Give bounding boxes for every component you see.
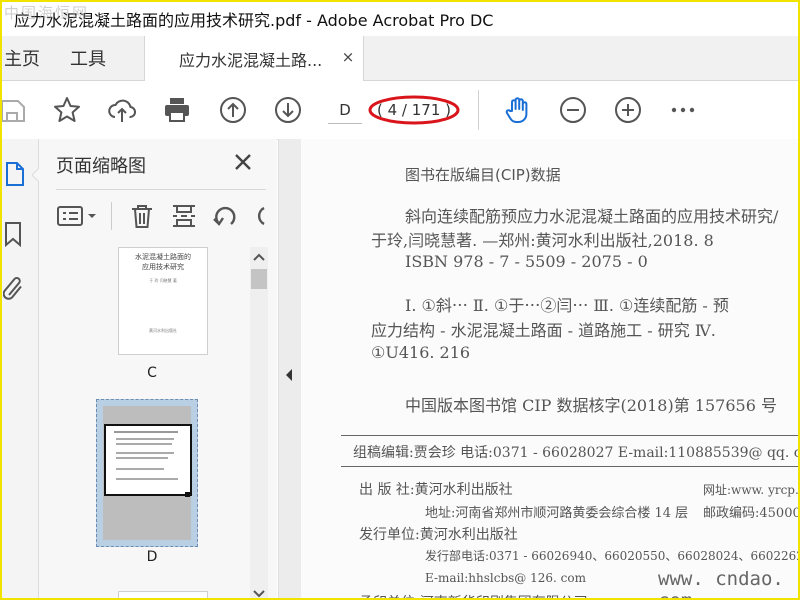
- collapse-arrow-icon[interactable]: [285, 369, 293, 381]
- thumbnail-page-c[interactable]: 水泥混凝土路面的 应用技术研究 于 玲 闫晓慧 著 黄河水利出版社: [118, 247, 208, 355]
- printer-line: 承印单位:河南新华印刷集团有限公司: [359, 592, 588, 598]
- pdf-page: 图书在版编目(CIP)数据 斜向连续配筋预应力水泥混凝土路面的应用技术研究/ 于…: [301, 139, 800, 598]
- zoom-out-icon[interactable]: [558, 95, 588, 125]
- cip-number-line: 中国版本图书馆 CIP 数据核字(2018)第 157656 号: [405, 396, 777, 415]
- rule-top: [341, 435, 798, 436]
- close-panel-icon[interactable]: [232, 151, 254, 173]
- distributor-phone-line: 发行部电话:0371 - 66026940、66020550、66028024、…: [425, 549, 798, 563]
- thumbnail-page-d-highlight[interactable]: [96, 399, 198, 547]
- page-up-icon[interactable]: [218, 95, 248, 125]
- watermark-top: 中国海恒网: [4, 4, 90, 22]
- publisher-line: 出 版 社:黄河水利出版社: [359, 482, 513, 498]
- thumbnail-viewport-box: [104, 424, 192, 496]
- thumb-title-1: 水泥混凝土路面的: [135, 253, 191, 261]
- delete-page-icon[interactable]: [128, 202, 156, 230]
- thumbnail-page-d: [103, 406, 192, 540]
- attachment-icon[interactable]: [3, 275, 25, 303]
- bookmark-icon[interactable]: [4, 221, 22, 247]
- thumbnail-page-next[interactable]: [118, 591, 208, 598]
- collapse-panel-strip[interactable]: [278, 139, 302, 598]
- tab-home[interactable]: 主页: [2, 36, 44, 80]
- thumbnails-panel: 页面缩略图 水泥混凝土路面的 应用技术研究 于 玲 闫晓慧 著 黄河水利出版社 …: [39, 139, 277, 598]
- panel-title: 页面缩略图: [56, 156, 146, 177]
- scroll-down-icon[interactable]: [253, 590, 265, 598]
- page-count: ( 4 / 171 ): [368, 94, 460, 126]
- cip-line-4: Ⅰ. ①斜⋯ Ⅱ. ①于⋯②闫⋯ Ⅲ. ①连续配筋 - 预: [405, 296, 729, 315]
- toolbar-separator: [478, 90, 479, 130]
- scroll-thumb[interactable]: [251, 269, 267, 289]
- cip-line-5: 应力结构 - 水泥混凝土路面 - 道路施工 - 研究 Ⅳ.: [371, 321, 716, 340]
- watermark-bottom: www. cndao. com: [658, 568, 784, 598]
- page-number-input[interactable]: D: [328, 97, 362, 124]
- redo-icon-partial[interactable]: [252, 202, 266, 230]
- zoom-in-icon[interactable]: [613, 95, 643, 125]
- cip-line-2: 于玲,闫晓慧著. —郑州:黄河水利出版社,2018. 8: [371, 231, 714, 250]
- panel-tools-separator: [111, 202, 112, 230]
- rule-bottom: [341, 466, 798, 467]
- address-line: 地址:河南省郑州市顺河路黄委会综合楼 14 层: [425, 506, 689, 521]
- star-icon[interactable]: [52, 95, 82, 125]
- cip-line-1: 斜向连续配筋预应力水泥混凝土路面的应用技术研究/: [405, 207, 779, 226]
- postcode-line: 邮政编码:450003: [703, 506, 800, 521]
- scroll-up-icon[interactable]: [253, 253, 265, 261]
- editor-line: 组稿编辑:贾会珍 电话:0371 - 66028027 E-mail:11088…: [353, 445, 800, 461]
- close-tab-icon[interactable]: ×: [339, 48, 357, 66]
- red-ellipse-annotation: [368, 95, 460, 125]
- thumbnail-label-d: D: [146, 549, 158, 565]
- title-bar: 应力水泥混凝土路面的应用技术研究.pdf - Adobe Acrobat Pro…: [2, 2, 798, 36]
- left-tool-rail: [2, 139, 40, 598]
- document-viewer[interactable]: 图书在版编目(CIP)数据 斜向连续配筋预应力水泥混凝土路面的应用技术研究/ 于…: [301, 139, 800, 598]
- hand-icon[interactable]: [503, 95, 533, 125]
- thumb-publisher: 黄河水利出版社: [149, 328, 177, 333]
- acrobat-window: 应力水泥混凝土路面的应用技术研究.pdf - Adobe Acrobat Pro…: [0, 0, 800, 600]
- rotate-page-icon[interactable]: [211, 202, 239, 230]
- thumbnail-options-icon[interactable]: [56, 202, 100, 230]
- tab-tools[interactable]: 工具: [70, 36, 106, 80]
- extract-pages-icon[interactable]: [170, 202, 198, 230]
- cip-heading: 图书在版编目(CIP)数据: [405, 166, 561, 184]
- distributor-line: 发行单位:黄河水利出版社: [359, 527, 518, 543]
- panel-toolbar: [56, 189, 266, 236]
- print-icon[interactable]: [162, 95, 192, 125]
- tab-document-label: 应力水泥混凝土路...: [179, 50, 323, 70]
- thumbnail-label-c: C: [147, 365, 157, 381]
- more-icon[interactable]: [668, 95, 698, 125]
- cloud-upload-icon[interactable]: [107, 95, 137, 125]
- tab-bar: 主页 工具 应力水泥混凝土路... ×: [2, 36, 798, 81]
- thumb-title-2: 应用技术研究: [142, 263, 184, 271]
- thumbnail-scrollbar[interactable]: [250, 247, 268, 598]
- thumbnail-list: 水泥混凝土路面的 应用技术研究 于 玲 闫晓慧 著 黄河水利出版社 C D: [56, 247, 248, 598]
- cip-line-6: ①U416. 216: [371, 343, 471, 362]
- page-down-icon[interactable]: [273, 95, 303, 125]
- cip-line-3: ISBN 978 - 7 - 5509 - 2075 - 0: [405, 252, 648, 271]
- page-thumbnails-icon[interactable]: [4, 161, 26, 187]
- email-line: E-mail:hhslcbs@ 126. com: [425, 571, 586, 585]
- website-line: 网址:www. yrcp. co: [703, 483, 799, 497]
- thumb-authors: 于 玲 闫晓慧 著: [149, 278, 177, 283]
- save-icon[interactable]: [2, 95, 28, 125]
- tab-document[interactable]: 应力水泥混凝土路... ×: [144, 36, 364, 81]
